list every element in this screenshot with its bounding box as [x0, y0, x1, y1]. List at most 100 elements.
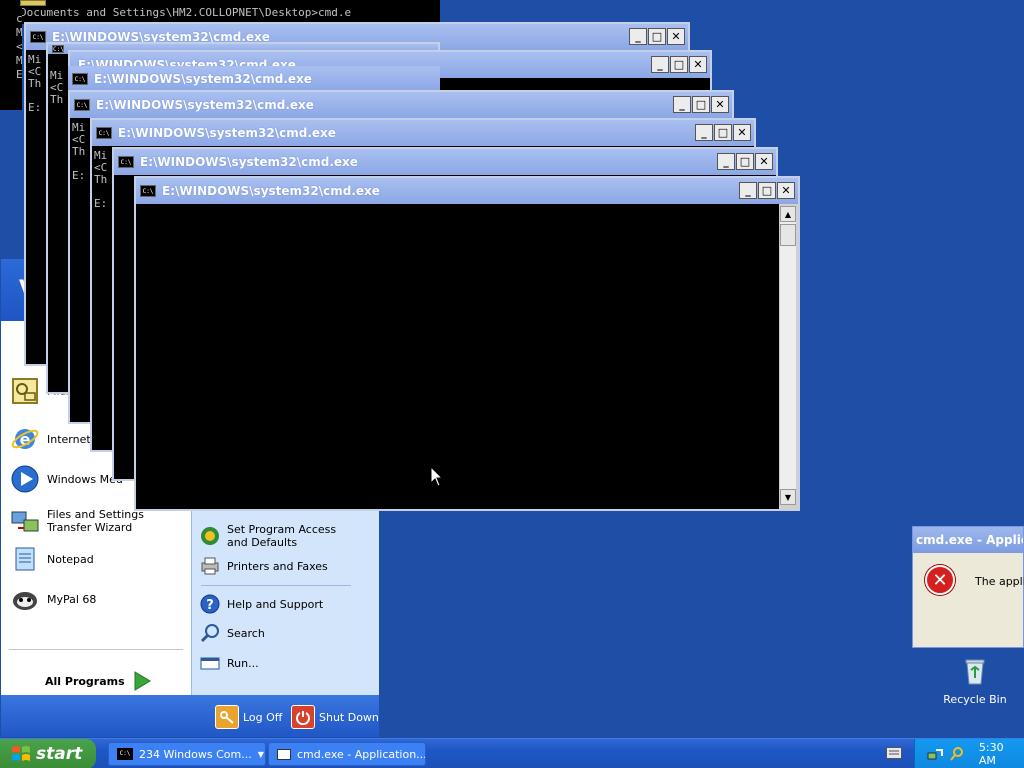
active-cmd-window[interactable]: C:\ E:\WINDOWS\system32\cmd.exe _ □ ✕ ▲ … — [134, 176, 800, 511]
title-bar[interactable]: C:\ E:\WINDOWS\system32\cmd.exe _ □ ✕ — [114, 149, 776, 175]
title-bar[interactable]: C:\ E:\WINDOWS\system32\cmd.exe — [68, 66, 440, 92]
start-item-label: Run... — [227, 656, 259, 670]
taskbar-button-label: 234 Windows Com... — [139, 747, 252, 761]
cmd-icon: C:\ — [117, 748, 133, 760]
title-bar[interactable]: C:\ E:\WINDOWS\system32\cmd.exe _ □ ✕ — [92, 120, 754, 146]
start-label: start — [36, 744, 83, 764]
chevron-down-icon: ▼ — [257, 749, 264, 759]
taskbar: start C:\ 234 Windows Com... ▼ cmd.exe -… — [0, 738, 1024, 768]
run-icon — [199, 652, 221, 674]
close-button[interactable]: ✕ — [733, 124, 751, 141]
maximize-button[interactable]: □ — [714, 124, 732, 141]
shut-down-label: Shut Down — [319, 710, 379, 724]
error-dialog-title[interactable]: cmd.exe - Applica — [913, 527, 1023, 553]
start-item-printers[interactable]: Printers and Faxes — [199, 555, 328, 577]
cmd-icon: C:\ — [72, 73, 88, 85]
error-message: The applic — [975, 575, 1024, 588]
program-access-icon — [199, 525, 221, 547]
minimize-button[interactable]: _ — [739, 182, 757, 199]
power-icon — [291, 705, 315, 729]
maximize-button[interactable]: □ — [758, 182, 776, 199]
outlook-icon — [9, 375, 41, 407]
cmd-icon: C:\ — [74, 99, 90, 111]
all-programs-button[interactable]: All Programs — [45, 671, 151, 691]
minimize-button[interactable]: _ — [673, 96, 691, 113]
recycle-bin-label: Recycle Bin — [943, 693, 1007, 706]
window-title: E:\WINDOWS\system32\cmd.exe — [162, 184, 380, 198]
maximize-button[interactable]: □ — [736, 153, 754, 170]
network-icon[interactable] — [927, 746, 943, 762]
notepad-icon — [9, 543, 41, 575]
window-title: E:\WINDOWS\system32\cmd.exe — [96, 98, 314, 112]
console-output[interactable] — [136, 204, 779, 509]
maximize-button[interactable]: □ — [692, 96, 710, 113]
start-item-run[interactable]: Run... — [199, 652, 259, 674]
close-button[interactable]: ✕ — [689, 56, 707, 73]
scroll-up-button[interactable]: ▲ — [780, 206, 796, 222]
close-button[interactable]: ✕ — [755, 153, 773, 170]
title-bar[interactable]: C:\ E:\WINDOWS\system32\cmd.exe _ □ ✕ — [136, 178, 798, 204]
console-line: M — [16, 26, 22, 39]
scroll-thumb[interactable] — [780, 224, 796, 246]
start-item-label: Printers and Faxes — [227, 559, 328, 573]
start-item-label: Set Program Access and Defaults — [227, 523, 337, 549]
search-tray-icon[interactable] — [949, 746, 965, 762]
start-menu-right-divider — [201, 585, 351, 586]
start-item-search[interactable]: Search — [199, 622, 265, 644]
search-icon — [199, 622, 221, 644]
green-arrow-icon — [134, 671, 151, 691]
vertical-scrollbar[interactable]: ▲ ▼ — [779, 206, 796, 505]
maximize-button[interactable]: □ — [648, 28, 666, 45]
clock[interactable]: 5:30 AM — [979, 741, 1024, 767]
system-tray: 5:30 AM — [914, 739, 1024, 768]
start-item-label: Files and Settings Transfer Wizard — [47, 508, 144, 534]
help-icon: ? — [199, 593, 221, 615]
back-console-window: Documents and Settings\HM2.COLLOPNET\Des… — [0, 0, 440, 24]
minimize-button[interactable]: _ — [629, 28, 647, 45]
all-programs-label: All Programs — [45, 674, 125, 688]
taskbar-button-error[interactable]: cmd.exe - Application... — [268, 742, 426, 766]
minimize-button[interactable]: _ — [651, 56, 669, 73]
recycle-bin-icon — [965, 659, 985, 685]
back-console-strip: c M < M E — [0, 0, 22, 110]
start-item-program-access[interactable]: Set Program Access and Defaults — [199, 523, 357, 549]
transfer-wizard-icon — [9, 505, 41, 537]
maximize-button[interactable]: □ — [670, 56, 688, 73]
start-item-internet[interactable]: e Internet — [9, 423, 91, 455]
start-menu-divider — [9, 649, 183, 650]
start-item-label: Help and Support — [227, 597, 324, 611]
title-bar[interactable]: C:\ E:\WINDOWS\system32\cmd.exe _ □ ✕ — [70, 92, 732, 118]
start-item-label: MyPal 68 — [47, 592, 97, 606]
mypal-icon — [9, 583, 41, 615]
mouse-cursor-icon — [430, 466, 444, 487]
desktop-icon-partial[interactable] — [20, 0, 46, 6]
keyboard-icon[interactable] — [886, 747, 902, 759]
cmd-icon: C:\ — [140, 185, 156, 197]
window-title: E:\WINDOWS\system32\cmd.exe — [140, 155, 358, 169]
start-button[interactable]: start — [0, 739, 96, 768]
taskbar-button-cmd-group[interactable]: C:\ 234 Windows Com... ▼ — [108, 742, 266, 766]
console-line: c — [16, 12, 22, 25]
close-button[interactable]: ✕ — [711, 96, 729, 113]
minimize-button[interactable]: _ — [717, 153, 735, 170]
shut-down-button[interactable]: Shut Down — [291, 705, 379, 729]
close-button[interactable]: ✕ — [667, 28, 685, 45]
svg-text:?: ? — [206, 598, 214, 613]
log-off-button[interactable]: Log Off — [215, 705, 282, 729]
scroll-down-button[interactable]: ▼ — [780, 489, 796, 505]
cmd-icon: C:\ — [96, 127, 112, 139]
media-player-icon — [9, 463, 41, 495]
close-button[interactable]: ✕ — [777, 182, 795, 199]
start-item-media-player[interactable]: Windows Med — [9, 463, 123, 495]
cmd-icon: C:\ — [52, 45, 64, 53]
start-item-help[interactable]: ? Help and Support — [199, 593, 323, 615]
back-console-text: Documents and Settings\HM2.COLLOPNET\Des… — [20, 6, 352, 19]
start-item-mypal[interactable]: MyPal 68 — [9, 583, 96, 615]
recycle-bin[interactable]: Recycle Bin — [940, 656, 1010, 706]
error-dialog[interactable]: cmd.exe - Applica ✕ The applic — [912, 526, 1024, 648]
start-item-label: Notepad — [47, 552, 94, 566]
windows-logo-icon — [12, 746, 30, 761]
minimize-button[interactable]: _ — [695, 124, 713, 141]
start-item-notepad[interactable]: Notepad — [9, 543, 94, 575]
printer-icon — [199, 555, 221, 577]
